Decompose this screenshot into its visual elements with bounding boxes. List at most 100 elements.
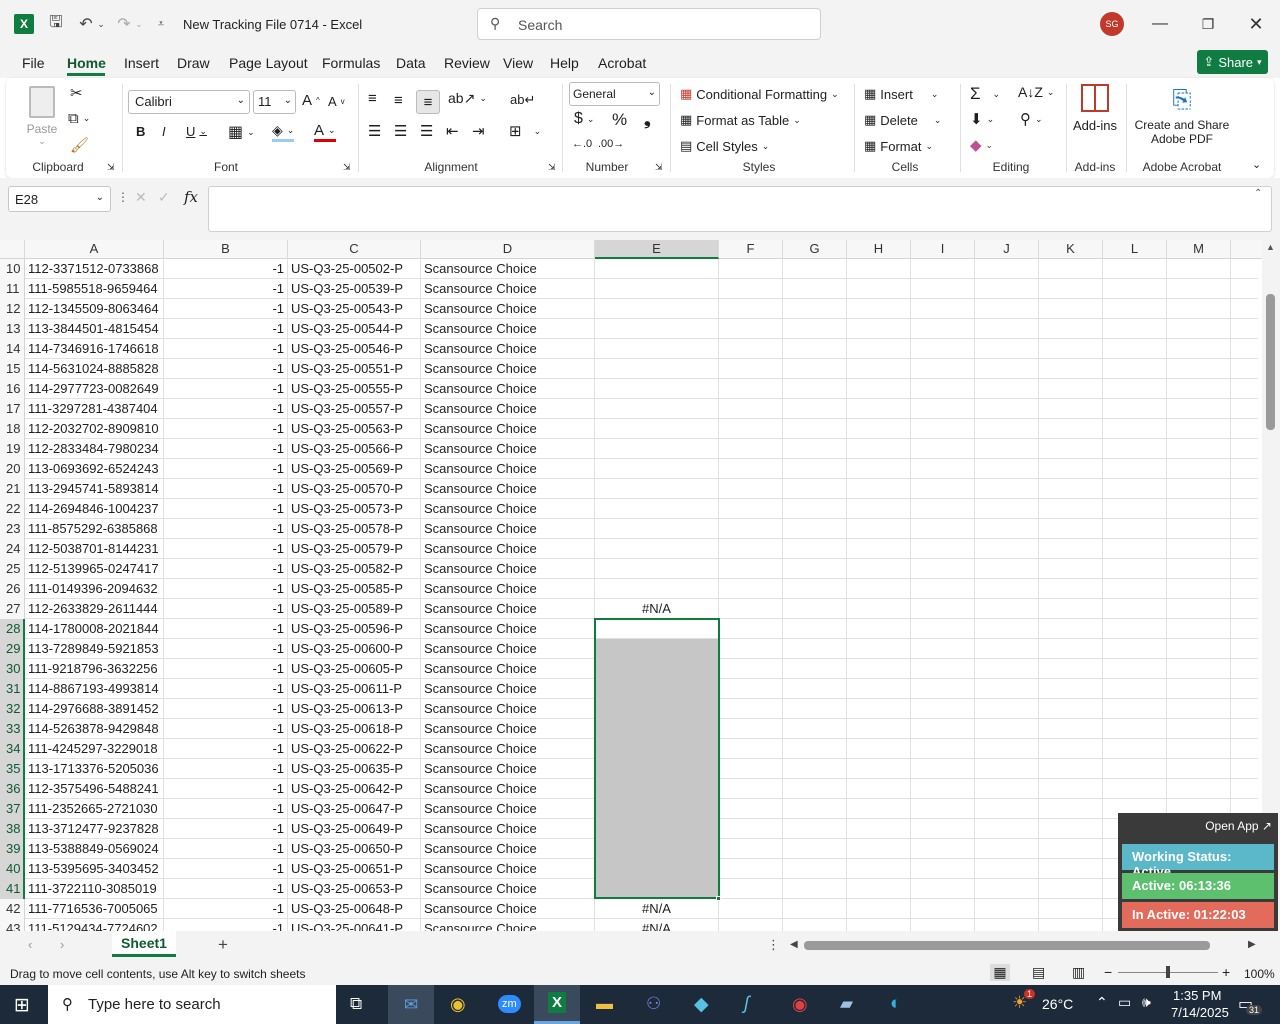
- cell-h[interactable]: [847, 499, 911, 519]
- cell-e[interactable]: [595, 559, 719, 579]
- cell-h[interactable]: [847, 639, 911, 659]
- cell-i[interactable]: [911, 559, 975, 579]
- undo-icon[interactable]: ↶: [76, 14, 96, 34]
- cell-j[interactable]: [975, 819, 1039, 839]
- cell-b[interactable]: -1: [164, 459, 288, 479]
- column-header-j[interactable]: J: [975, 240, 1039, 259]
- cell-b[interactable]: -1: [164, 619, 288, 639]
- cell-k[interactable]: [1039, 359, 1103, 379]
- cell-i[interactable]: [911, 799, 975, 819]
- cell-d[interactable]: Scansource Choice: [421, 619, 595, 639]
- cell-d[interactable]: Scansource Choice: [421, 779, 595, 799]
- cell-d[interactable]: Scansource Choice: [421, 459, 595, 479]
- cell-c[interactable]: US-Q3-25-00618-P: [288, 719, 421, 739]
- cell-e[interactable]: [595, 299, 719, 319]
- cell-i[interactable]: [911, 719, 975, 739]
- cell-h[interactable]: [847, 359, 911, 379]
- cell-j[interactable]: [975, 899, 1039, 919]
- cell-i[interactable]: [911, 479, 975, 499]
- redo-icon[interactable]: ↷: [114, 14, 134, 34]
- cell-k[interactable]: [1039, 479, 1103, 499]
- cell-m[interactable]: [1167, 439, 1231, 459]
- cell-j[interactable]: [975, 539, 1039, 559]
- cell-b[interactable]: -1: [164, 399, 288, 419]
- cell-f[interactable]: [719, 299, 783, 319]
- cell-a[interactable]: 114-2694846-1004237: [25, 499, 164, 519]
- cell-f[interactable]: [719, 779, 783, 799]
- cell-g[interactable]: [783, 379, 847, 399]
- cell-h[interactable]: [847, 519, 911, 539]
- cell-g[interactable]: [783, 799, 847, 819]
- cell-m[interactable]: [1167, 279, 1231, 299]
- row-header[interactable]: 34: [0, 739, 25, 759]
- cell-g[interactable]: [783, 359, 847, 379]
- row-header[interactable]: 30: [0, 659, 25, 679]
- clipboard-launcher-icon[interactable]: ⇲: [107, 162, 115, 173]
- cell-d[interactable]: Scansource Choice: [421, 919, 595, 931]
- cell-g[interactable]: [783, 439, 847, 459]
- cell-a[interactable]: 113-5395695-3403452: [25, 859, 164, 879]
- cell-d[interactable]: Scansource Choice: [421, 719, 595, 739]
- cell-l[interactable]: [1103, 339, 1167, 359]
- cell-k[interactable]: [1039, 299, 1103, 319]
- row-header[interactable]: 31: [0, 679, 25, 699]
- cell-c[interactable]: US-Q3-25-00647-P: [288, 799, 421, 819]
- tab-view[interactable]: View: [503, 55, 533, 71]
- cell-j[interactable]: [975, 759, 1039, 779]
- cell-h[interactable]: [847, 399, 911, 419]
- cell-g[interactable]: [783, 559, 847, 579]
- cell-g[interactable]: [783, 859, 847, 879]
- column-header-h[interactable]: H: [847, 240, 911, 259]
- file-explorer-icon[interactable]: ▬: [596, 994, 613, 1014]
- cell-g[interactable]: [783, 879, 847, 899]
- cell-d[interactable]: Scansource Choice: [421, 299, 595, 319]
- row-header[interactable]: 38: [0, 819, 25, 839]
- cell-i[interactable]: [911, 459, 975, 479]
- excel-taskbar-icon[interactable]: X: [534, 985, 580, 1024]
- close-button[interactable]: ✕: [1242, 12, 1270, 36]
- cell-j[interactable]: [975, 559, 1039, 579]
- scroll-right-icon[interactable]: ▶: [1248, 939, 1256, 950]
- cell-g[interactable]: [783, 679, 847, 699]
- cell-e[interactable]: [595, 399, 719, 419]
- cell-k[interactable]: [1039, 339, 1103, 359]
- cell-d[interactable]: Scansource Choice: [421, 839, 595, 859]
- column-header-g[interactable]: G: [783, 240, 847, 259]
- cell-a[interactable]: 111-5129434-7724602: [25, 919, 164, 931]
- cell-k[interactable]: [1039, 779, 1103, 799]
- cell-h[interactable]: [847, 579, 911, 599]
- cell-k[interactable]: [1039, 599, 1103, 619]
- cell-a[interactable]: 112-1345509-8063464: [25, 299, 164, 319]
- cell-l[interactable]: [1103, 359, 1167, 379]
- row-header[interactable]: 18: [0, 419, 25, 439]
- cell-a[interactable]: 113-5388849-0569024: [25, 839, 164, 859]
- cell-d[interactable]: Scansource Choice: [421, 659, 595, 679]
- cell-a[interactable]: 112-2032702-8909810: [25, 419, 164, 439]
- cell-h[interactable]: [847, 659, 911, 679]
- decrease-decimal-icon[interactable]: .00→: [598, 138, 624, 150]
- cell-e[interactable]: #N/A: [595, 899, 719, 919]
- cell-c[interactable]: US-Q3-25-00551-P: [288, 359, 421, 379]
- cell-e[interactable]: [595, 719, 719, 739]
- task-view-icon[interactable]: ⧉: [350, 994, 362, 1014]
- cell-a[interactable]: 111-8575292-6385868: [25, 519, 164, 539]
- cell-b[interactable]: -1: [164, 599, 288, 619]
- cell-h[interactable]: [847, 719, 911, 739]
- cell-d[interactable]: Scansource Choice: [421, 899, 595, 919]
- cell-e[interactable]: [595, 419, 719, 439]
- cell-e[interactable]: [595, 619, 719, 639]
- cell-h[interactable]: [847, 839, 911, 859]
- row-header[interactable]: 33: [0, 719, 25, 739]
- select-all-corner[interactable]: [0, 240, 25, 259]
- cell-j[interactable]: [975, 859, 1039, 879]
- cell-e[interactable]: [595, 739, 719, 759]
- cell-e[interactable]: [595, 319, 719, 339]
- cell-l[interactable]: [1103, 559, 1167, 579]
- cell-d[interactable]: Scansource Choice: [421, 639, 595, 659]
- cell-f[interactable]: [719, 459, 783, 479]
- cell-f[interactable]: [719, 439, 783, 459]
- tab-data[interactable]: Data: [396, 55, 426, 71]
- cell-b[interactable]: -1: [164, 919, 288, 931]
- windows-start-icon[interactable]: ⊞: [14, 994, 30, 1017]
- number-format-select[interactable]: General ⌄: [569, 82, 660, 106]
